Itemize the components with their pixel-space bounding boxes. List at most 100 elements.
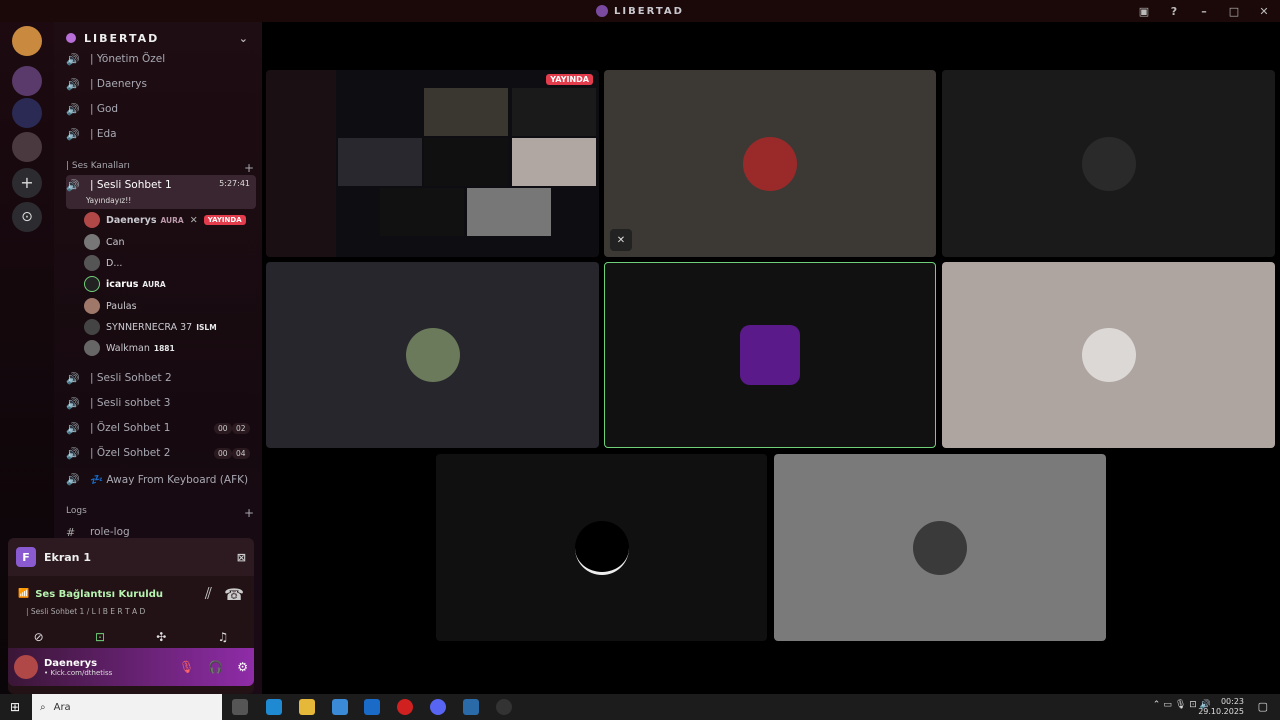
hash-icon: # (66, 525, 76, 539)
noise-suppression-icon[interactable]: ⫽ (205, 584, 212, 604)
maximize-button[interactable]: □ (1220, 5, 1250, 18)
live-badge: YAYINDA (203, 215, 246, 225)
user-limit-badge: 02 (232, 423, 250, 434)
server-icon[interactable] (12, 98, 42, 128)
task-view-icon[interactable] (232, 699, 248, 715)
server-icon[interactable] (12, 26, 42, 56)
speaker-icon: 🔊 (66, 371, 80, 385)
category-voice[interactable]: | Ses Kanalları + (66, 161, 254, 175)
participant-tile[interactable] (266, 262, 599, 448)
discover-icon[interactable]: ⊙ (12, 202, 42, 232)
windows-start-icon[interactable]: ⊞ (10, 700, 20, 714)
plus-icon[interactable]: + (244, 506, 254, 520)
stream-preview-tile (512, 88, 596, 136)
avatar[interactable] (14, 655, 38, 679)
stream-preview-tile (512, 138, 596, 186)
participant-tile[interactable] (774, 454, 1106, 641)
channel-item[interactable]: 🔊 | God (66, 98, 256, 120)
mute-icon: ✕ (189, 214, 198, 226)
stream-tile[interactable]: YAYINDA (266, 70, 599, 257)
avatar (84, 298, 100, 314)
screen-share-bar[interactable]: F Ekran 1 ⊠ (8, 538, 254, 576)
user-limit-badge: 04 (232, 448, 250, 459)
server-logo-icon (596, 5, 609, 17)
mute-icon: ✕ (610, 229, 632, 251)
headphones-icon[interactable]: 🎧 (208, 660, 223, 674)
app-icon[interactable] (463, 699, 479, 715)
channel-item[interactable]: 🔊 | Yönetim Özel (66, 48, 256, 70)
edge-icon[interactable] (266, 699, 282, 715)
minimize-button[interactable]: – (1190, 5, 1220, 18)
speaker-icon: 🔊 (66, 52, 80, 66)
notification-icon[interactable]: ▢ (1258, 700, 1268, 713)
avatar (84, 340, 100, 356)
stream-preview-tile (424, 88, 508, 136)
add-server-icon[interactable]: + (12, 168, 42, 198)
disconnect-icon[interactable]: ☎ (224, 585, 244, 604)
channel-item[interactable]: 🔊 | Eda (66, 123, 256, 145)
search-icon: ⌕ (40, 701, 46, 713)
participant-avatar (743, 136, 797, 191)
camera-off-icon[interactable]: ⊘ (34, 630, 44, 644)
activities-icon[interactable]: ✣ (156, 630, 166, 644)
participant-avatar (913, 520, 967, 575)
voice-user[interactable]: D... (84, 253, 254, 273)
server-icon[interactable] (12, 132, 42, 162)
channel-item[interactable]: 🔊 💤 Away From Keyboard (AFK) (66, 468, 256, 490)
screen-share-avatar: F (16, 547, 36, 567)
participant-avatar (405, 328, 460, 382)
opera-icon[interactable] (397, 699, 413, 715)
participant-avatar (1081, 136, 1136, 191)
voice-user[interactable]: Paulas (84, 296, 254, 316)
participant-tile[interactable] (942, 70, 1275, 257)
live-badge: YAYINDA (546, 74, 593, 85)
discord-icon[interactable] (430, 699, 446, 715)
server-icon[interactable] (12, 66, 42, 96)
server-name: LIBERTAD (84, 31, 160, 45)
participant-tile-speaking[interactable] (604, 262, 936, 448)
signal-icon[interactable]: 📶 (18, 589, 29, 599)
speaker-icon: 🔊 (66, 102, 80, 116)
close-button[interactable]: ✕ (1250, 5, 1280, 18)
user-count-badge: 00 (214, 423, 232, 434)
participant-tile[interactable] (942, 262, 1275, 448)
mute-icon[interactable]: 🎙 (179, 660, 194, 674)
voice-user[interactable]: SYNNERNECRA 37 ISLM (84, 317, 254, 337)
soundboard-icon[interactable]: ♫ (218, 630, 229, 644)
channel-label: | Sesli Sohbet 1 (90, 179, 172, 191)
participant-tile[interactable] (436, 454, 767, 641)
voice-user[interactable]: Daenerys AURA ✕ YAYINDA (84, 210, 254, 230)
help-icon[interactable]: ? (1160, 5, 1190, 18)
gear-icon[interactable]: ⚙ (237, 660, 248, 674)
app-icon[interactable] (496, 699, 512, 715)
voice-user[interactable]: icarus AURA (84, 274, 254, 294)
share-screen-icon[interactable]: ⊡ (95, 630, 105, 644)
taskbar-clock[interactable]: 00:23 29.10.2025 (1198, 697, 1244, 717)
outlook-icon[interactable] (364, 699, 380, 715)
participant-tile[interactable]: ✕ (604, 70, 936, 257)
connection-status[interactable]: Ses Bağlantısı Kuruldu (35, 589, 163, 600)
channel-item[interactable]: 🔊 | Daenerys (66, 73, 256, 95)
user-status: • Kick.com/dthetiss (44, 668, 113, 677)
chevron-down-icon[interactable]: ⌄ (239, 32, 250, 45)
voice-user[interactable]: Can (84, 232, 254, 252)
file-explorer-icon[interactable] (299, 699, 315, 715)
user-panel: Daenerys • Kick.com/dthetiss 🎙 🎧 ⚙ (8, 648, 254, 686)
channel-item[interactable]: 🔊 | Sesli sohbet 3 (66, 392, 256, 414)
category-logs[interactable]: Logs + (66, 506, 254, 520)
inbox-icon[interactable]: ▣ (1130, 5, 1160, 18)
voice-user[interactable]: Walkman 1881 (84, 338, 254, 358)
channel-label: | Yönetim Özel (90, 53, 166, 65)
channel-item[interactable]: 🔊 | Sesli Sohbet 2 (66, 367, 256, 389)
participant-avatar (740, 325, 800, 385)
avatar (84, 234, 100, 250)
channel-status: Yayındayız!! (86, 196, 132, 205)
store-icon[interactable] (332, 699, 348, 715)
plus-icon[interactable]: + (244, 161, 254, 175)
avatar (84, 319, 100, 335)
stream-preview-tile (424, 138, 508, 186)
participant-avatar (1081, 328, 1136, 382)
stop-share-icon[interactable]: ⊠ (237, 551, 246, 564)
taskbar: ⊞ ⌕ Ara ⌃▭🎙⊡🔊 00:23 29.10.2025 ▢ (0, 694, 1280, 720)
taskbar-search[interactable]: ⌕ Ara (32, 694, 222, 720)
